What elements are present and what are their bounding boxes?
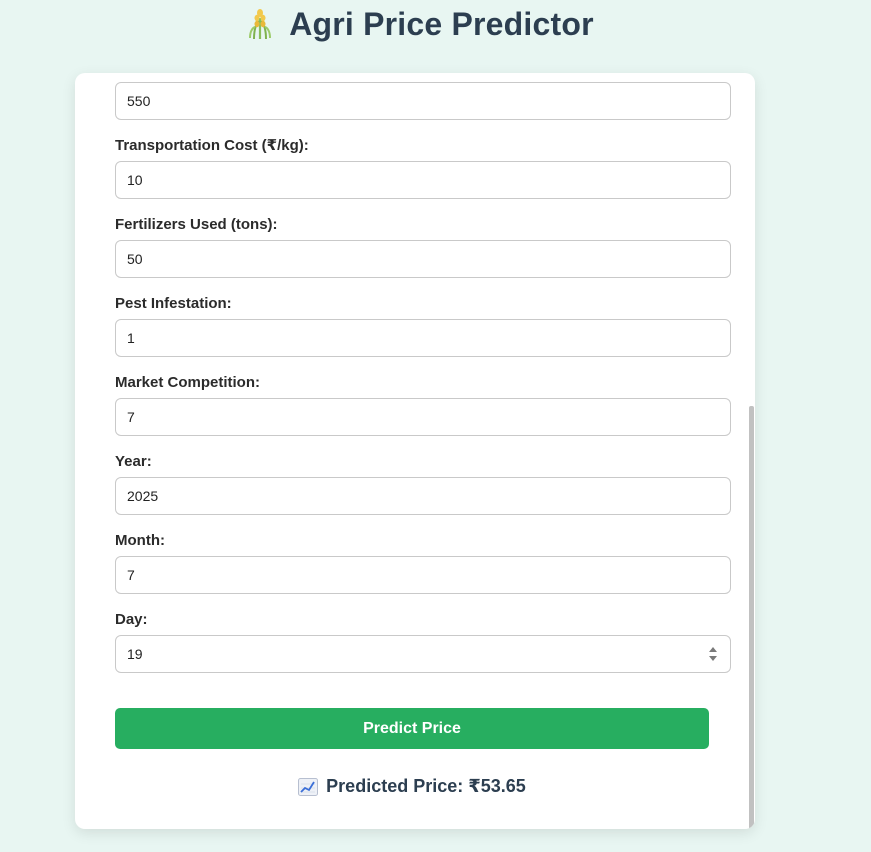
- transportation-cost-value: 10: [127, 172, 143, 188]
- chart-increasing-icon: [298, 777, 319, 796]
- fertilizers-used-field: Fertilizers Used (tons): 50: [115, 216, 731, 278]
- market-competition-label: Market Competition:: [115, 374, 261, 391]
- partial-field-value: 550: [127, 93, 151, 109]
- month-value: 7: [127, 567, 135, 583]
- year-input[interactable]: 2025: [115, 477, 731, 515]
- day-field: Day: 19: [115, 611, 731, 673]
- field-partial: hidden 550: [115, 73, 731, 120]
- wheat-sheaf-icon: [249, 9, 272, 40]
- scrollbar-thumb[interactable]: [749, 406, 754, 829]
- month-label: Month:: [115, 532, 165, 549]
- number-spinner-icon[interactable]: [708, 645, 718, 663]
- pest-infestation-input[interactable]: 1: [115, 319, 731, 357]
- transportation-cost-label: Transportation Cost (₹/kg):: [115, 137, 309, 154]
- predicted-price-text: Predicted Price: ₹53.65: [326, 776, 526, 796]
- market-competition-value: 7: [127, 409, 135, 425]
- fertilizers-used-label: Fertilizers Used (tons):: [115, 216, 278, 233]
- card-scrollbar[interactable]: [749, 73, 755, 829]
- transportation-cost-field: Transportation Cost (₹/kg): 10: [115, 137, 731, 199]
- market-competition-input[interactable]: 7: [115, 398, 731, 436]
- year-value: 2025: [127, 488, 159, 504]
- fertilizers-used-value: 50: [127, 251, 143, 267]
- day-label: Day:: [115, 611, 148, 628]
- transportation-cost-input[interactable]: 10: [115, 161, 731, 199]
- year-label: Year:: [115, 453, 152, 470]
- day-value: 19: [127, 646, 143, 662]
- predict-price-button[interactable]: Predict Price: [115, 708, 709, 749]
- month-input[interactable]: 7: [115, 556, 731, 594]
- page-title: Agri Price Predictor: [0, 0, 841, 48]
- year-field: Year: 2025: [115, 453, 731, 515]
- pest-infestation-label: Pest Infestation:: [115, 295, 232, 312]
- pest-infestation-field: Pest Infestation: 1: [115, 295, 731, 357]
- partial-field-input[interactable]: 550: [115, 82, 731, 120]
- app-title: Agri Price Predictor: [289, 5, 594, 42]
- pest-infestation-value: 1: [127, 330, 135, 346]
- market-competition-field: Market Competition: 7: [115, 374, 731, 436]
- prediction-form-card: hidden 550 Transportation Cost (₹/kg): 1…: [75, 73, 755, 829]
- prediction-result: Predicted Price: ₹53.65: [75, 776, 749, 797]
- month-field: Month: 7: [115, 532, 731, 594]
- fertilizers-used-input[interactable]: 50: [115, 240, 731, 278]
- day-input[interactable]: 19: [115, 635, 731, 673]
